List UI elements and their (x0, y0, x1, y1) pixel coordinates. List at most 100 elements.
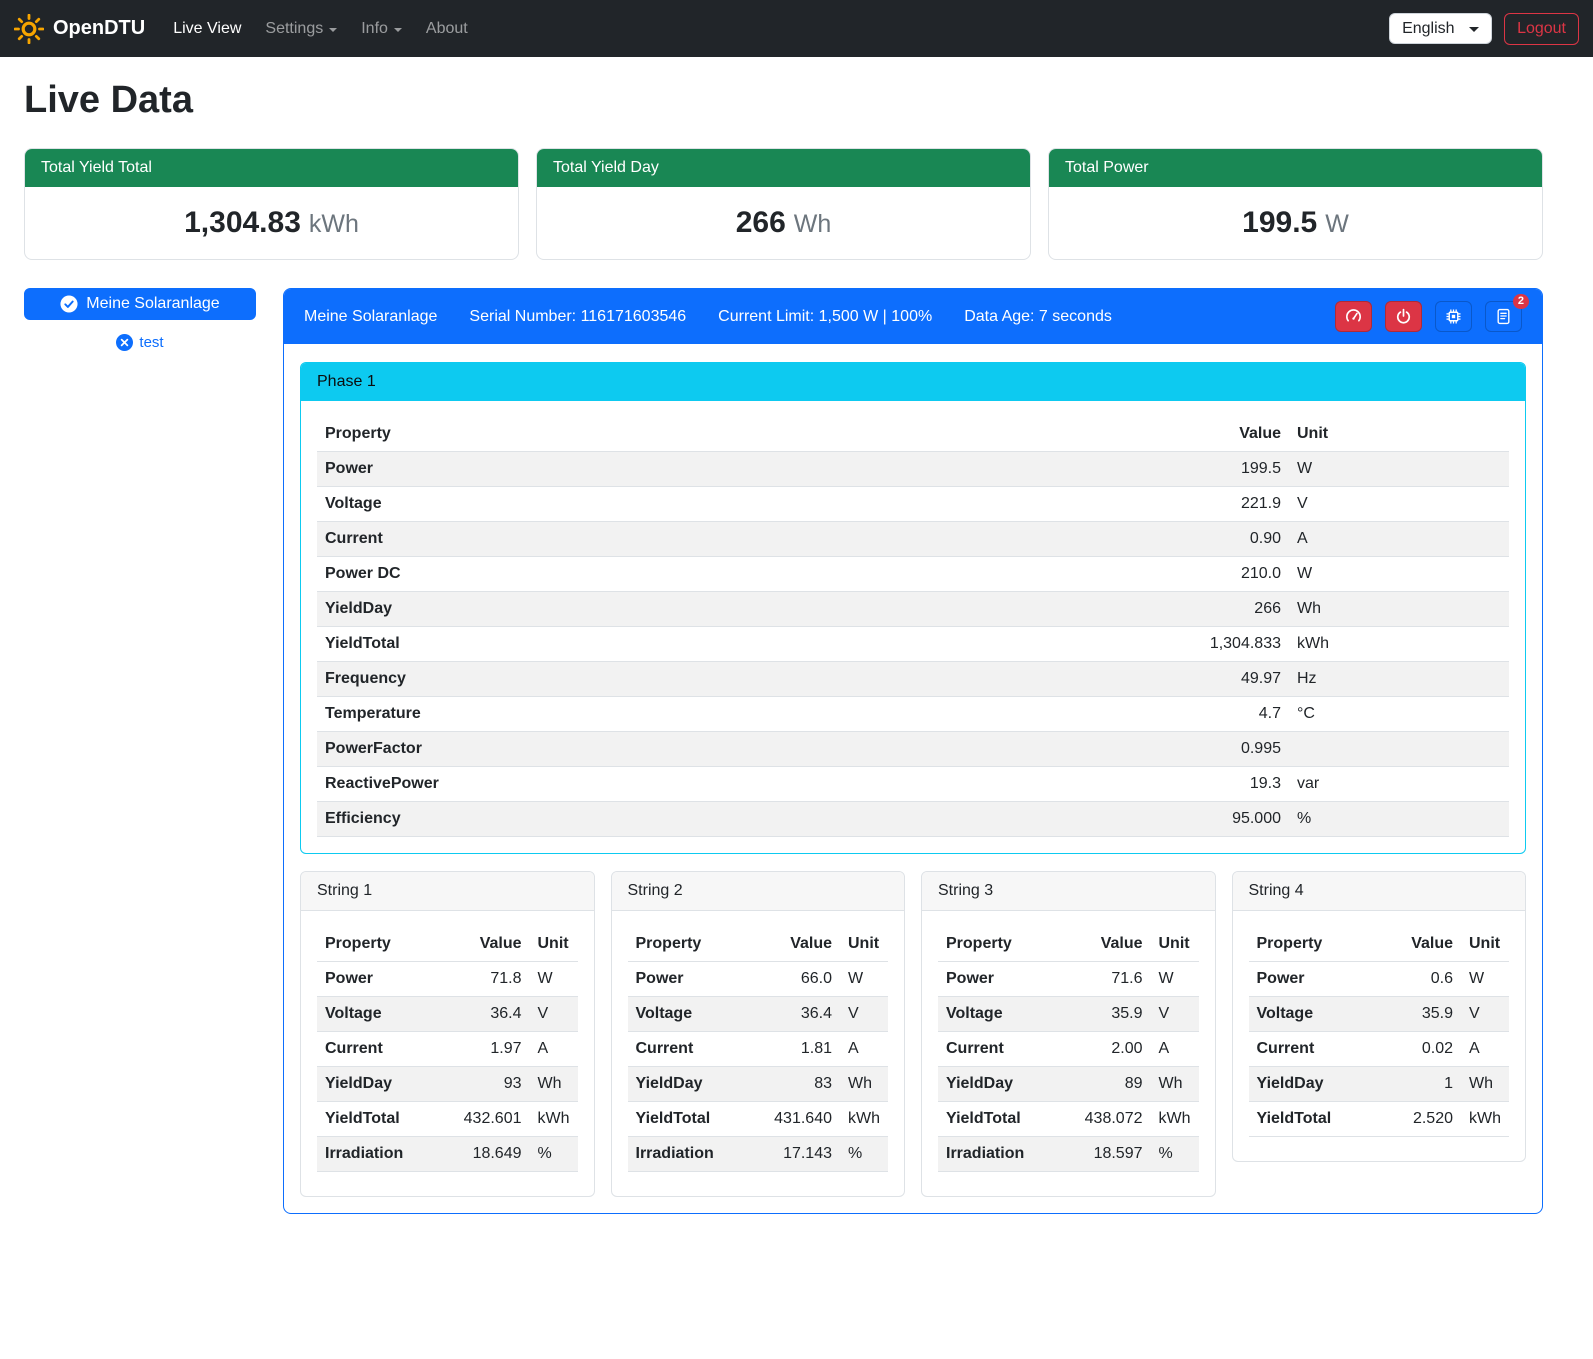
value-cell: 431.640 (747, 1102, 840, 1137)
summary-card-body: 266Wh (537, 187, 1030, 259)
value-cell: 221.9 (899, 487, 1289, 522)
unit-cell: Hz (1289, 662, 1509, 697)
unit-cell: % (1289, 802, 1509, 837)
nav-links: Live View Settings Info About (161, 12, 480, 46)
unit-cell (1289, 732, 1509, 767)
unit-cell: Wh (1289, 592, 1509, 627)
table-row: YieldTotal 432.601 kWh (317, 1102, 578, 1137)
phase-table: Property Value Unit Power (317, 417, 1509, 837)
inverter-select-button[interactable]: Meine Solaranlage (24, 288, 256, 320)
gauge-icon (1345, 308, 1362, 325)
column-header-property: Property (317, 927, 436, 962)
value-cell: 1,304.833 (899, 627, 1289, 662)
property-cell: YieldDay (317, 1067, 436, 1102)
unit-cell: A (1461, 1032, 1509, 1067)
column-header-value: Value (436, 927, 529, 962)
table-row: Irradiation 18.649 % (317, 1137, 578, 1172)
sun-icon (14, 14, 44, 44)
table-row: Voltage 221.9 V (317, 487, 1509, 522)
table-row: YieldDay 266 Wh (317, 592, 1509, 627)
current-limit: Current Limit: 1,500 W | 100% (718, 308, 932, 326)
logout-button[interactable]: Logout (1504, 13, 1579, 45)
property-cell: Current (1249, 1032, 1379, 1067)
value-cell: 66.0 (747, 962, 840, 997)
value-cell: 0.995 (899, 732, 1289, 767)
strings-grid: String 1 Property Value Unit (300, 871, 1526, 1197)
property-cell: Current (938, 1032, 1057, 1067)
phase-card: Phase 1 Property Value Unit (300, 362, 1526, 854)
table-row: Current 0.90 A (317, 522, 1509, 557)
table-row: YieldTotal 438.072 kWh (938, 1102, 1199, 1137)
language-select[interactable]: English (1389, 13, 1492, 44)
table-row: Power 0.6 W (1249, 962, 1510, 997)
unit-cell: Wh (1461, 1067, 1509, 1102)
summary-card-body: 199.5W (1049, 187, 1542, 259)
table-row: Temperature 4.7 °C (317, 697, 1509, 732)
summary-card-title: Total Power (1049, 149, 1542, 187)
value-cell: 0.90 (899, 522, 1289, 557)
value-cell: 71.6 (1057, 962, 1150, 997)
power-button[interactable] (1385, 301, 1422, 332)
table-row: Irradiation 18.597 % (938, 1137, 1199, 1172)
column-header-unit: Unit (840, 927, 888, 962)
property-cell: Current (628, 1032, 747, 1067)
value-cell: 210.0 (899, 557, 1289, 592)
unit-cell: W (1461, 962, 1509, 997)
nav-live-view[interactable]: Live View (161, 12, 253, 46)
column-header-unit: Unit (1151, 927, 1199, 962)
value-cell: 266 (899, 592, 1289, 627)
table-header-row: Property Value Unit (317, 417, 1509, 452)
property-cell: Voltage (317, 997, 436, 1032)
summary-cards: Total Yield Total 1,304.83kWh Total Yiel… (24, 148, 1543, 260)
brand-label: OpenDTU (53, 17, 145, 40)
value-cell: 36.4 (747, 997, 840, 1032)
summary-card-yield-total: Total Yield Total 1,304.83kWh (24, 148, 519, 260)
table-row: YieldDay 1 Wh (1249, 1067, 1510, 1102)
value-cell: 83 (747, 1067, 840, 1102)
property-cell: Temperature (317, 697, 899, 732)
language-select-wrap: English (1389, 13, 1492, 44)
string-card-4: String 4 Property Value Unit (1232, 871, 1527, 1162)
inverter-panel: Meine Solaranlage Serial Number: 1161716… (283, 288, 1543, 1214)
device-info-button[interactable] (1435, 301, 1472, 332)
value-cell: 438.072 (1057, 1102, 1150, 1137)
navbar-right: English Logout (1389, 13, 1579, 45)
string-title: String 3 (922, 872, 1215, 911)
property-cell: YieldDay (628, 1067, 747, 1102)
table-header-row: Property Value Unit (938, 927, 1199, 962)
string-table: Property Value Unit Power (938, 927, 1199, 1172)
column-header-property: Property (1249, 927, 1379, 962)
property-cell: Irradiation (317, 1137, 436, 1172)
value-cell: 93 (436, 1067, 529, 1102)
property-cell: YieldDay (938, 1067, 1057, 1102)
nav-info[interactable]: Info (349, 12, 414, 46)
string-title: String 4 (1233, 872, 1526, 911)
data-age: Data Age: 7 seconds (964, 308, 1112, 326)
table-row: YieldDay 89 Wh (938, 1067, 1199, 1102)
column-header-unit: Unit (530, 927, 578, 962)
value-cell: 2.00 (1057, 1032, 1150, 1067)
navbar-left: OpenDTU Live View Settings Info About (14, 12, 480, 46)
property-cell: YieldTotal (317, 1102, 436, 1137)
limit-settings-button[interactable] (1335, 301, 1372, 332)
unit-cell: kWh (1151, 1102, 1199, 1137)
value-cell: 71.8 (436, 962, 529, 997)
unit-cell: A (1289, 522, 1509, 557)
string-card-2: String 2 Property Value Unit (611, 871, 906, 1197)
property-cell: Voltage (938, 997, 1057, 1032)
property-cell: Power (317, 452, 899, 487)
brand[interactable]: OpenDTU (14, 14, 145, 44)
inverter-item-test[interactable]: test (24, 334, 256, 351)
nav-about[interactable]: About (414, 12, 480, 46)
unit-cell: W (840, 962, 888, 997)
event-log-button[interactable]: 2 (1485, 301, 1522, 332)
unit-cell: % (530, 1137, 578, 1172)
table-row: YieldTotal 431.640 kWh (628, 1102, 889, 1137)
value-cell: 18.597 (1057, 1137, 1150, 1172)
property-cell: YieldTotal (628, 1102, 747, 1137)
property-cell: Irradiation (938, 1137, 1057, 1172)
summary-card-power: Total Power 199.5W (1048, 148, 1543, 260)
summary-unit: W (1325, 210, 1349, 238)
unit-cell: Wh (1151, 1067, 1199, 1102)
nav-settings[interactable]: Settings (253, 12, 349, 46)
